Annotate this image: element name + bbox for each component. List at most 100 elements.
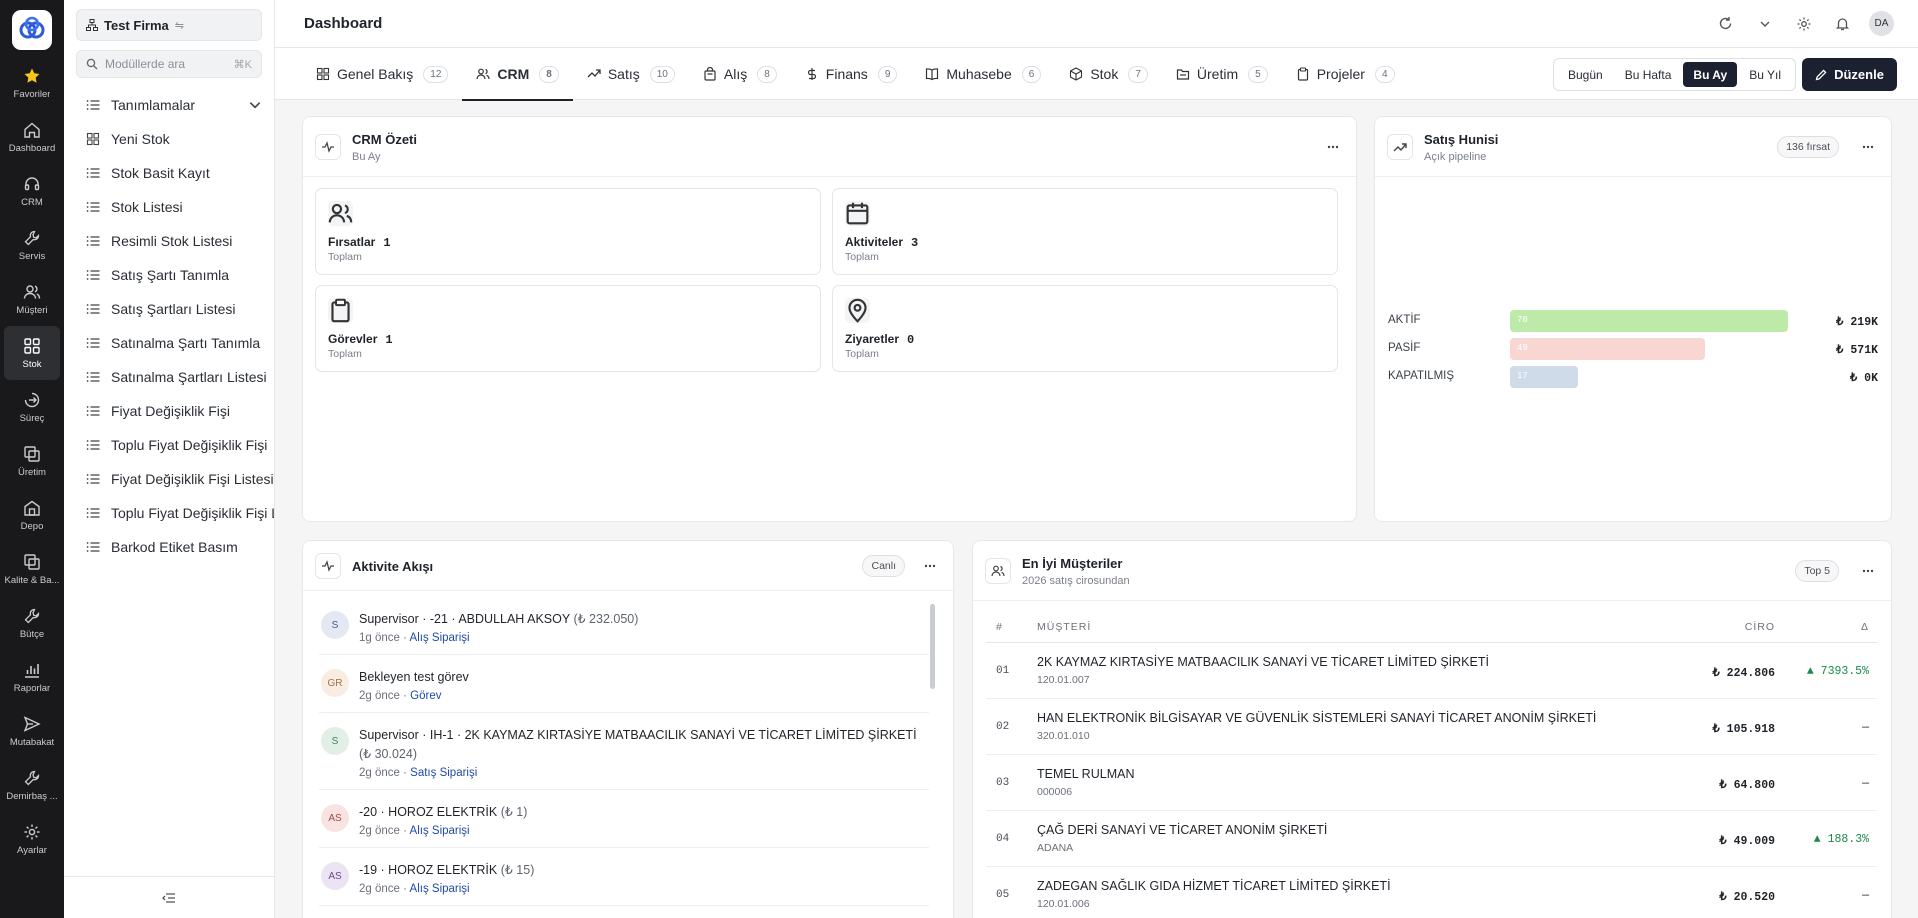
pencil-icon [1815, 68, 1827, 80]
tab-al[interactable]: Alış 8 [689, 48, 791, 100]
users-icon [985, 558, 1011, 584]
settings-button[interactable] [1791, 11, 1816, 36]
tab-genel-bak[interactable]: Genel Bakış 12 [302, 48, 462, 100]
menu-item[interactable]: Fiyat Değişiklik Fişi Listesi [64, 462, 274, 496]
collapse-sidebar-button[interactable] [64, 876, 274, 918]
grid-icon [86, 132, 100, 146]
menu-item[interactable]: Satınalma Şartı Tanımla [64, 326, 274, 360]
tab-projeler[interactable]: Projeler 4 [1282, 48, 1409, 100]
tab-muhasebe[interactable]: Muhasebe 6 [911, 48, 1055, 100]
menu-item[interactable]: Satış Şartları Listesi [64, 292, 274, 326]
menu-item-label: Stok Listesi [111, 199, 183, 215]
activity-scrollbar[interactable] [930, 604, 935, 689]
more-options-button[interactable] [1324, 139, 1342, 155]
funnel-bar: 17 [1510, 366, 1578, 388]
funnel-title: Satış Hunisi [1424, 132, 1499, 147]
activity-time: 1g önce [359, 632, 400, 644]
tab-finans[interactable]: Finans 9 [791, 48, 912, 100]
rail-item-mutabakat[interactable]: Mutabakat [0, 704, 64, 758]
activity-type-link[interactable]: Alış Siparişi [410, 632, 470, 644]
stat-tile[interactable]: Görevler 1 Toplam [315, 285, 821, 372]
table-row[interactable]: 05 ZADEGAN SAĞLIK GIDA HİZMET TİCARET LİM… [986, 867, 1877, 918]
menu-item[interactable]: Tanımlamalar [64, 88, 274, 122]
menu-item[interactable]: Fiyat Değişiklik Fişi [64, 394, 274, 428]
activity-item[interactable]: S Supervisor · -21 · ABDULLAH AKSOY (₺ 23… [319, 597, 929, 655]
table-row[interactable]: 03 TEMEL RULMAN 000006 ₺ 64.800 — [986, 755, 1877, 811]
period-option[interactable]: Bu Yıl [1739, 62, 1791, 87]
rail-item-depo[interactable]: Depo [0, 488, 64, 542]
activity-item[interactable]: GR Bekleyen test görev 2g önce · Görev [319, 655, 929, 713]
rail-item-b-t-e[interactable]: Bütçe [0, 596, 64, 650]
rail-item-dashboard[interactable]: Dashboard [0, 110, 64, 164]
stat-tile[interactable]: Ziyaretler 0 Toplam [832, 285, 1338, 372]
rail-item-ayarlar[interactable]: Ayarlar [0, 812, 64, 866]
table-row[interactable]: 04 ÇAĞ DERİ SANAYİ VE TİCARET ANONİM ŞİRK… [986, 811, 1877, 867]
funnel-row[interactable]: PASİF 49 ₺ 571K [1388, 338, 1878, 360]
rail-item-raporlar[interactable]: Raporlar [0, 650, 64, 704]
more-options-button[interactable] [1859, 139, 1877, 155]
col-customer: MÜŞTERİ [1037, 621, 1092, 633]
activity-type-link[interactable]: Alış Siparişi [410, 825, 470, 837]
activity-type-link[interactable]: Satış Siparişi [410, 767, 477, 779]
more-options-button[interactable] [1859, 563, 1877, 579]
activity-text: Bekleyen test görev [359, 670, 469, 684]
rail-item-stok[interactable]: Stok [4, 326, 60, 380]
menu-item[interactable]: Satınalma Şartları Listesi [64, 360, 274, 394]
table-row[interactable]: 02 HAN ELEKTRONİK BİLGİSAYAR VE GÜVENLİK … [986, 699, 1877, 755]
menu-item[interactable]: Barkod Etiket Basım [64, 530, 274, 564]
menu-item-label: Toplu Fiyat Değişiklik Fişi Listesi [111, 505, 274, 521]
rail-item-s-re[interactable]: Süreç [0, 380, 64, 434]
menu-item[interactable]: Satış Şartı Tanımla [64, 258, 274, 292]
menu-item[interactable]: Resimli Stok Listesi [64, 224, 274, 258]
tab-retim[interactable]: Üretim 5 [1162, 48, 1282, 100]
tab-sat[interactable]: Satış 10 [573, 48, 689, 100]
table-row[interactable]: 01 2K KAYMAZ KIRTASİYE MATBAACILIK SANAYİ… [986, 643, 1877, 699]
sales-funnel-card: Satış Hunisi Açık pipeline 136 fırsat AK… [1374, 116, 1892, 522]
funnel-amount: ₺ 571K [1836, 344, 1878, 357]
funnel-row[interactable]: KAPATILMIŞ 17 ₺ 0K [1388, 366, 1878, 388]
notifications-button[interactable] [1830, 11, 1855, 36]
menu-item[interactable]: Stok Listesi [64, 190, 274, 224]
menu-item[interactable]: Toplu Fiyat Değişiklik Fişi [64, 428, 274, 462]
customer-name: TEMEL RULMAN [1037, 767, 1135, 781]
rail-item-kalite-ba[interactable]: Kalite & Ba... [0, 542, 64, 596]
trend-up-icon [1387, 134, 1413, 160]
rail-item-crm[interactable]: CRM [0, 164, 64, 218]
menu-item[interactable]: Yeni Stok [64, 122, 274, 156]
tab-stok[interactable]: Stok 7 [1055, 48, 1162, 100]
company-switcher[interactable]: Test Firma ⇋ [76, 9, 262, 41]
customer-name: ÇAĞ DERİ SANAYİ VE TİCARET ANONİM ŞİRKET… [1037, 823, 1328, 837]
tab-count-badge: 6 [1021, 65, 1042, 83]
list-icon [86, 304, 100, 314]
period-selector: Bugün Bu Hafta Bu Ay Bu Yıl [1553, 58, 1796, 91]
activity-type-link[interactable]: Görev [410, 690, 441, 702]
menu-item[interactable]: Stok Basit Kayıt [64, 156, 274, 190]
activity-item[interactable]: S Supervisor · IH-1 · 2K KAYMAZ KIRTASİYE… [319, 713, 929, 790]
period-option[interactable]: Bu Ay [1683, 62, 1738, 87]
tab-crm[interactable]: CRM 8 [462, 48, 574, 101]
menu-item[interactable]: Toplu Fiyat Değişiklik Fişi Listesi [64, 496, 274, 530]
rail-item-demirba[interactable]: Demirbaş ... [0, 758, 64, 812]
edit-dashboard-button[interactable]: Düzenle [1802, 58, 1897, 91]
period-option[interactable]: Bu Hafta [1615, 62, 1682, 87]
more-options-button[interactable] [921, 558, 939, 574]
stat-tile[interactable]: Aktiviteler 3 Toplam [832, 188, 1338, 275]
refresh-button[interactable] [1713, 11, 1738, 36]
rail-item-m-teri[interactable]: Müşteri [0, 272, 64, 326]
stat-label-row: Ziyaretler 0 [845, 332, 914, 347]
funnel-row[interactable]: AKTİF 70 ₺ 219K [1388, 310, 1878, 332]
rail-item-favoriler[interactable]: Favoriler [0, 56, 64, 110]
activity-type-link[interactable]: Alış Siparişi [410, 883, 470, 895]
stat-tile[interactable]: Fırsatlar 1 Toplam [315, 188, 821, 275]
dropdown-button[interactable] [1752, 11, 1777, 36]
activity-item[interactable]: AS -19 · HOROZ ELEKTRİK (₺ 15) 2g önce · A… [319, 848, 929, 906]
rail-item-servis[interactable]: Servis [0, 218, 64, 272]
user-avatar[interactable]: DA [1869, 11, 1894, 36]
app-logo[interactable] [12, 10, 52, 50]
period-option[interactable]: Bugün [1558, 62, 1613, 87]
top-customers-card: En İyi Müşteriler 2026 satış cirosundan … [972, 540, 1892, 918]
rail-item-retim[interactable]: Üretim [0, 434, 64, 488]
crm-subtitle: Bu Ay [352, 151, 381, 163]
module-search[interactable]: Modüllerde ara ⌘K [76, 50, 262, 78]
activity-item[interactable]: AS -20 · HOROZ ELEKTRİK (₺ 1) 2g önce · Al… [319, 790, 929, 848]
